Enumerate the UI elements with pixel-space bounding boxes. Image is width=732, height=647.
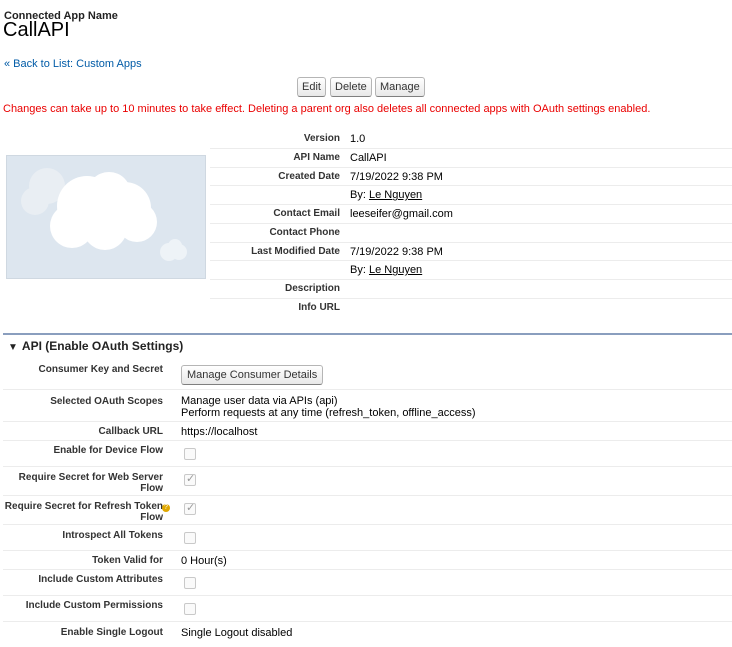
created-by-prefix: By: bbox=[350, 189, 366, 202]
custom-attrs-checkbox bbox=[184, 577, 196, 589]
oauth-row-introspect: Introspect All Tokens bbox=[3, 525, 732, 551]
detail-row-description: Description bbox=[210, 280, 732, 299]
delete-button[interactable]: Delete bbox=[330, 77, 372, 97]
triangle-down-icon[interactable]: ▼ bbox=[8, 342, 18, 353]
oauth-row-single-logout: Enable Single Logout Single Logout disab… bbox=[3, 622, 732, 642]
detail-row-info-url: Info URL bbox=[210, 299, 732, 318]
oauth-row-device-flow: Enable for Device Flow bbox=[3, 441, 732, 467]
detail-row-version: Version 1.0 bbox=[210, 130, 732, 149]
detail-row-contact-phone: Contact Phone bbox=[210, 224, 732, 243]
detail-row-last-modified: Last Modified Date 7/19/2022 9:38 PM bbox=[210, 243, 732, 262]
edit-button[interactable]: Edit bbox=[297, 77, 326, 97]
version-value: 1.0 bbox=[350, 133, 366, 145]
cloud-logo bbox=[21, 168, 187, 261]
secret-refresh-label-text: Require Secret for Refresh Token Flow bbox=[4, 501, 163, 523]
modified-by-user-link[interactable]: Le Nguyen bbox=[369, 264, 422, 276]
detail-row-created-by: By: Le Nguyen bbox=[210, 186, 732, 205]
detail-row-created-date: Created Date 7/19/2022 9:38 PM bbox=[210, 168, 732, 187]
info-url-label: Info URL bbox=[298, 301, 340, 313]
description-label: Description bbox=[284, 283, 340, 294]
scopes-value: Manage user data via APIs (api) Perform … bbox=[181, 395, 476, 419]
secret-web-label: Require Secret for Web Server Flow bbox=[18, 472, 163, 494]
custom-perms-checkbox bbox=[184, 603, 196, 615]
introspect-label: Introspect All Tokens bbox=[62, 530, 163, 541]
manage-consumer-details-button[interactable]: Manage Consumer Details bbox=[181, 365, 324, 385]
custom-attrs-label: Include Custom Attributes bbox=[38, 574, 163, 585]
created-date-label: Created Date bbox=[278, 170, 340, 182]
oauth-row-custom-perms: Include Custom Permissions bbox=[3, 596, 732, 622]
consumer-key-label: Consumer Key and Secret bbox=[38, 364, 164, 375]
detail-row-modified-by: By: Le Nguyen bbox=[210, 261, 732, 280]
warning-message: Changes can take up to 10 minutes to tak… bbox=[3, 103, 651, 115]
modified-by-value: By: Le Nguyen bbox=[350, 264, 422, 276]
scopes-label: Selected OAuth Scopes bbox=[50, 396, 163, 407]
token-valid-value: 0 Hour(s) bbox=[181, 555, 227, 567]
detail-row-api-name: API Name CallAPI bbox=[210, 149, 732, 168]
scope-item: Manage user data via APIs (api) bbox=[181, 395, 338, 407]
callback-url-value: https://localhost bbox=[181, 426, 258, 438]
created-by-user-link[interactable]: Le Nguyen bbox=[369, 189, 422, 201]
secret-web-checkbox bbox=[184, 472, 196, 486]
app-details-table: Version 1.0 API Name CallAPI Created Dat… bbox=[210, 130, 732, 318]
version-label: Version bbox=[303, 133, 340, 144]
page-title: CallAPI bbox=[3, 19, 70, 41]
introspect-checkbox bbox=[184, 532, 196, 544]
modified-by-prefix: By: bbox=[350, 264, 366, 277]
help-icon[interactable]: ? bbox=[162, 504, 170, 512]
single-logout-label: Enable Single Logout bbox=[60, 627, 163, 638]
api-name-label: API Name bbox=[293, 151, 340, 163]
created-date-value: 7/19/2022 9:38 PM bbox=[350, 170, 443, 183]
token-valid-label: Token Valid for bbox=[92, 555, 163, 566]
contact-email-value: leeseifer@gmail.com bbox=[350, 208, 453, 220]
device-flow-label: Enable for Device Flow bbox=[53, 445, 163, 456]
contact-email-label: Contact Email bbox=[273, 208, 340, 219]
device-flow-checkbox bbox=[184, 448, 196, 460]
oauth-row-consumer-key: Consumer Key and Secret Manage Consumer … bbox=[3, 357, 732, 390]
oauth-section-header[interactable]: ▼ API (Enable OAuth Settings) bbox=[8, 339, 183, 353]
callback-url-label: Callback URL bbox=[98, 426, 163, 437]
section-divider bbox=[3, 333, 732, 335]
api-name-value: CallAPI bbox=[350, 151, 387, 164]
detail-row-contact-email: Contact Email leeseifer@gmail.com bbox=[210, 205, 732, 224]
scope-item: Perform requests at any time (refresh_to… bbox=[181, 407, 476, 419]
oauth-row-secret-refresh: Require Secret for Refresh Token Flow ? bbox=[3, 496, 732, 525]
oauth-section-title: API (Enable OAuth Settings) bbox=[21, 339, 184, 353]
oauth-settings-table: Consumer Key and Secret Manage Consumer … bbox=[3, 357, 732, 642]
contact-phone-label: Contact Phone bbox=[269, 226, 340, 238]
custom-perms-label: Include Custom Permissions bbox=[25, 600, 163, 611]
app-logo bbox=[6, 155, 206, 279]
oauth-row-scopes: Selected OAuth Scopes Manage user data v… bbox=[3, 390, 732, 422]
back-to-list-link[interactable]: « Back to List: Custom Apps bbox=[4, 58, 142, 70]
last-modified-label: Last Modified Date bbox=[251, 245, 340, 257]
oauth-row-token-valid: Token Valid for 0 Hour(s) bbox=[3, 551, 732, 570]
last-modified-value: 7/19/2022 9:38 PM bbox=[350, 245, 443, 258]
oauth-row-secret-web: Require Secret for Web Server Flow bbox=[3, 467, 732, 496]
single-logout-value: Single Logout disabled bbox=[181, 627, 293, 639]
connected-app-detail-page: Connected App Name CallAPI « Back to Lis… bbox=[0, 0, 732, 647]
oauth-row-custom-attrs: Include Custom Attributes bbox=[3, 570, 732, 596]
oauth-row-callback-url: Callback URL https://localhost bbox=[3, 422, 732, 441]
secret-refresh-checkbox bbox=[184, 501, 196, 515]
secret-refresh-label: Require Secret for Refresh Token Flow bbox=[3, 501, 163, 523]
manage-button[interactable]: Manage bbox=[375, 77, 425, 97]
created-by-value: By: Le Nguyen bbox=[350, 189, 422, 201]
